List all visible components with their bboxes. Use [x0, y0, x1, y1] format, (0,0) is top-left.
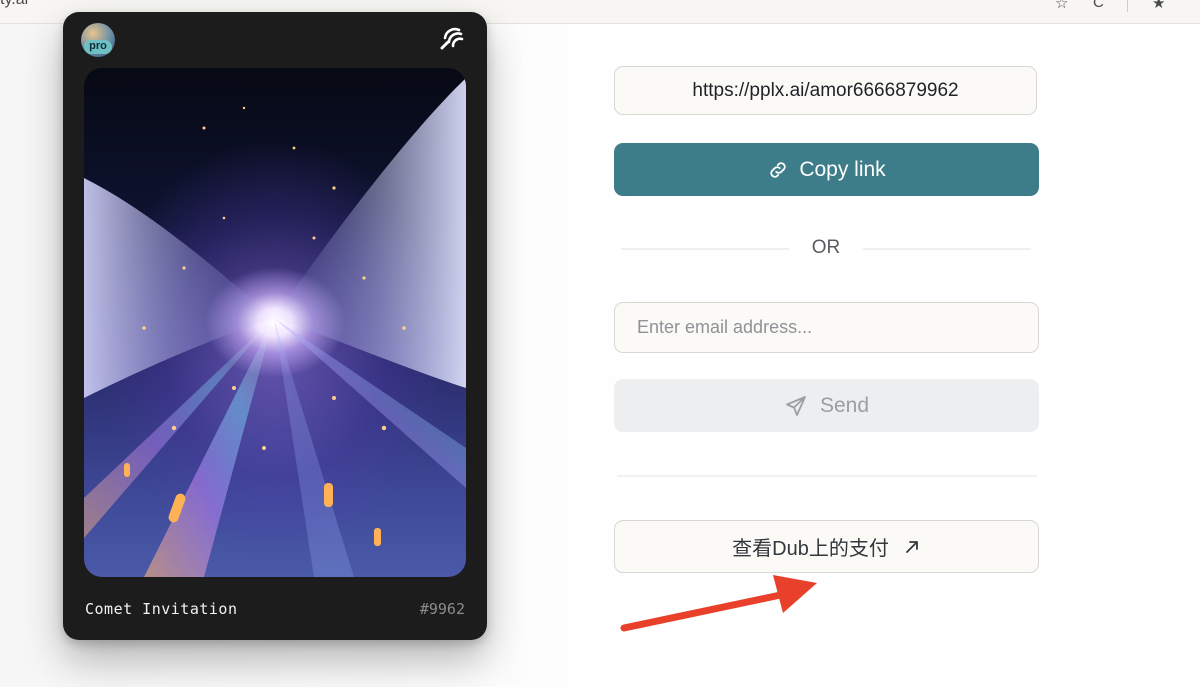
- external-arrow-icon: [905, 540, 918, 553]
- or-divider: OR: [621, 236, 1031, 262]
- reload-icon[interactable]: C: [1093, 0, 1104, 11]
- favorite-star-icon[interactable]: ★: [1152, 0, 1165, 12]
- card-title: Comet Invitation: [85, 600, 238, 618]
- address-bar-fragment[interactable]: ty.ai: [0, 0, 28, 9]
- dub-payouts-label: 查看Dub上的支付: [732, 538, 889, 560]
- paper-plane-icon: [786, 395, 806, 416]
- send-label: Send: [819, 393, 870, 417]
- email-field[interactable]: [614, 302, 1039, 353]
- pro-badge-label: pro: [84, 40, 112, 54]
- annotation-arrow-icon: [620, 575, 817, 632]
- link-icon: [770, 161, 786, 178]
- invitation-card: pro Comet Invitation #9962: [63, 12, 487, 640]
- cosmic-tunnel-artwork: [84, 68, 466, 577]
- invite-link-text: https://pplx.ai/amor6666879962: [692, 79, 959, 101]
- send-button[interactable]: Send: [614, 379, 1039, 432]
- copy-link-label: Copy link: [799, 157, 886, 181]
- comet-logo-icon: [440, 27, 464, 50]
- invite-link-field[interactable]: https://pplx.ai/amor6666879962: [614, 66, 1037, 115]
- bookmark-star-icon[interactable]: ☆: [1055, 0, 1068, 12]
- toolbar-separator: [1127, 0, 1128, 12]
- invite-number: #9962: [419, 600, 465, 618]
- artwork-streaks: [84, 78, 466, 577]
- divider-line-right: [863, 248, 1031, 250]
- copy-link-button[interactable]: Copy link: [614, 143, 1039, 196]
- section-divider: [617, 475, 1037, 477]
- pro-avatar-badge: pro: [81, 23, 115, 57]
